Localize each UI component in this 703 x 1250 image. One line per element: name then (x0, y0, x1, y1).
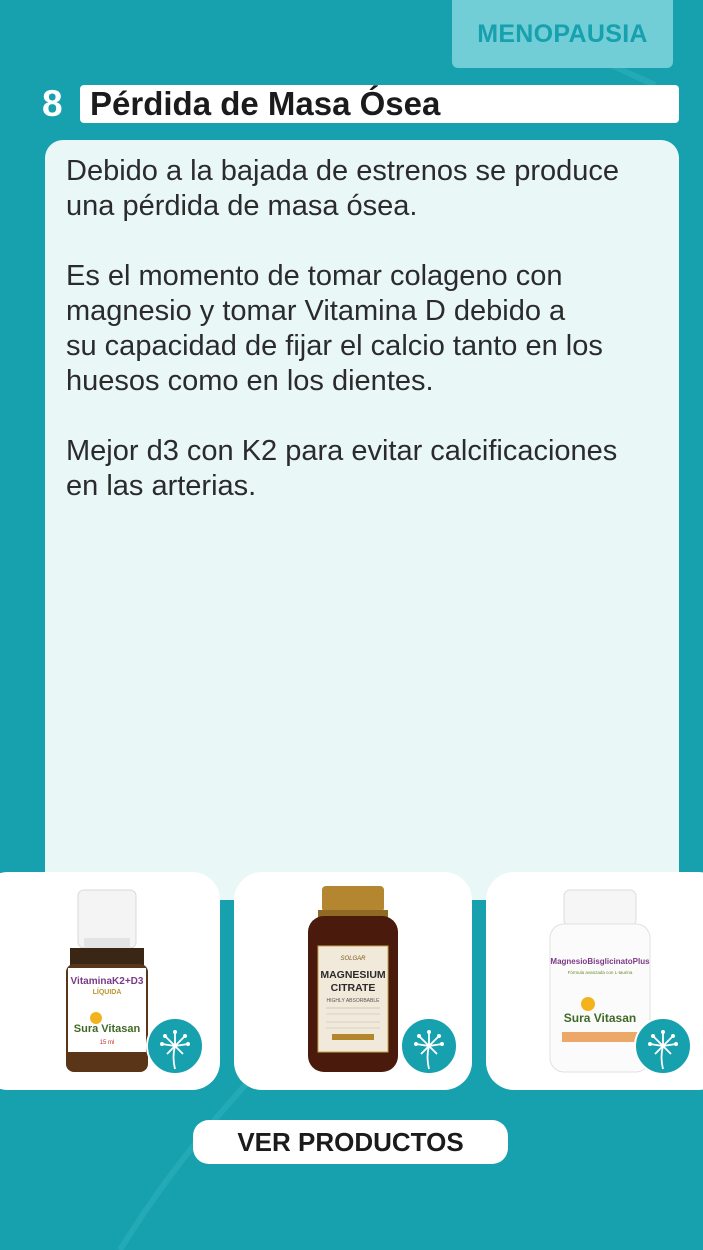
product-3-name: MagnesioBisglicinatoPlus (550, 957, 650, 966)
category-tag-label: MENOPAUSIA (477, 19, 648, 48)
product-1-brand: Sura Vitasan (74, 1023, 141, 1035)
category-tag[interactable]: MENOPAUSIA (452, 0, 673, 68)
dandelion-icon (400, 1017, 458, 1075)
dandelion-icon (634, 1017, 692, 1075)
view-products-label: VER PRODUCTOS (237, 1126, 464, 1157)
product-1-size: 15 ml (100, 1040, 115, 1046)
product-1-subname: LÍQUIDA (93, 987, 122, 996)
product-2-brand: SOLGAR (340, 956, 366, 962)
product-1-name: VitaminaK2+D3 (71, 976, 144, 987)
product-3-subname: Fórmula avanzada con L-taurina (568, 970, 633, 975)
product-3-brand: Sura Vitasan (564, 1011, 636, 1025)
section-title: Pérdida de Masa Ósea (90, 85, 441, 122)
view-products-button[interactable]: VER PRODUCTOS (193, 1120, 508, 1164)
content-card: Debido a la bajada de estrenos se produc… (45, 140, 679, 900)
paragraph-1: Debido a la bajada de estrenos se produc… (66, 155, 619, 222)
product-2-subname: CITRATE (331, 982, 376, 994)
product-carousel: VitaminaK2+D3 LÍQUIDA Sura Vitasan 15 ml… (0, 872, 703, 1090)
section-header: 8 Pérdida de Masa Ósea (42, 84, 679, 124)
product-card-magnesium-citrate[interactable]: SOLGAR MAGNESIUM CITRATE HIGHLY ABSORBAB… (234, 872, 472, 1090)
section-title-box: Pérdida de Masa Ósea (80, 85, 679, 123)
product-2-subtitle: HIGHLY ABSORBABLE (327, 998, 381, 1004)
product-2-name: MAGNESIUM (320, 969, 386, 981)
paragraph-2: Es el momento de tomar colageno con magn… (66, 260, 603, 397)
dandelion-icon (146, 1017, 204, 1075)
product-card-vitamina-k2-d3[interactable]: VitaminaK2+D3 LÍQUIDA Sura Vitasan 15 ml (0, 872, 220, 1090)
product-card-magnesio-bisglicinato[interactable]: MagnesioBisglicinatoPlus Fórmula avanzad… (486, 872, 703, 1090)
paragraph-3: Mejor d3 con K2 para evitar calcificacio… (66, 435, 618, 502)
section-number: 8 (42, 83, 63, 124)
